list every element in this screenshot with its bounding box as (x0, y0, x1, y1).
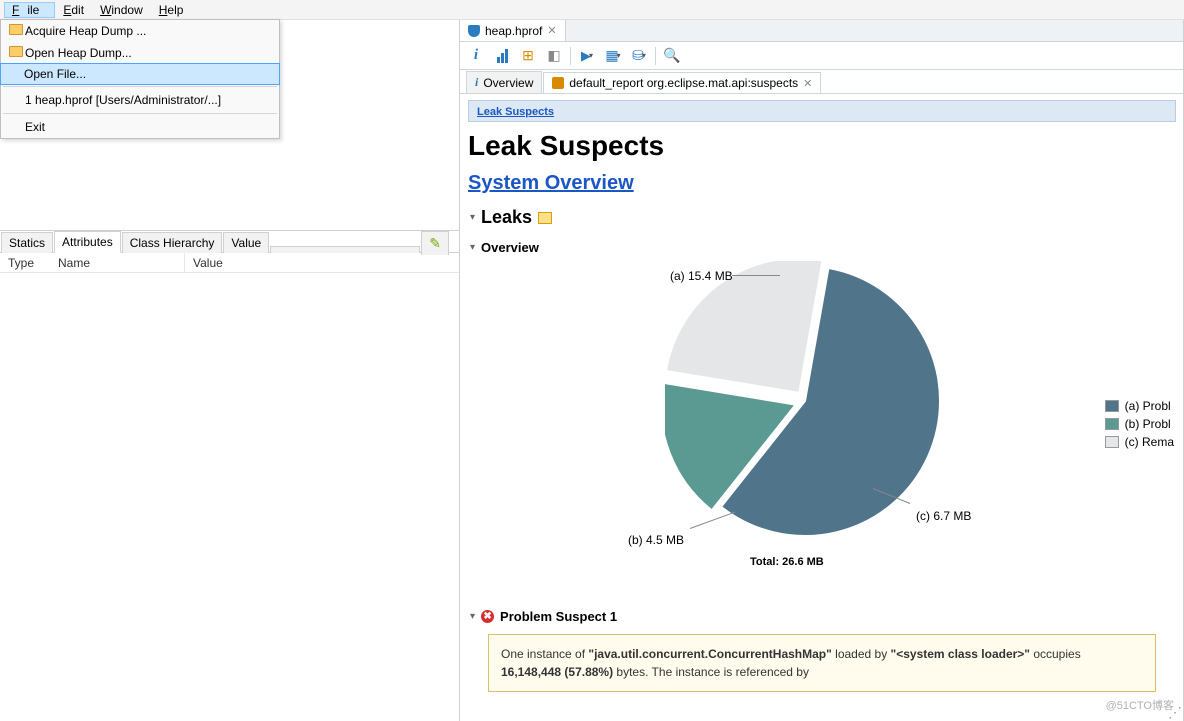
section-overview-title: Overview (481, 240, 539, 255)
close-icon[interactable]: ✕ (547, 24, 556, 37)
pie-label-a: (a) 15.4 MB (670, 269, 733, 283)
menu-item-label: Acquire Heap Dump ... (25, 24, 146, 38)
system-overview-link[interactable]: System Overview (468, 172, 634, 194)
report-tabs: i Overview default_report org.eclipse.ma… (460, 70, 1184, 94)
folder-icon (7, 24, 25, 38)
editor-toolbar: i ⊞ ◧ ▶▾ ▦▾ ⛁▾ 🔍 (460, 42, 1184, 70)
pie-label-b: (b) 4.5 MB (628, 533, 684, 547)
editor-tabs: heap.hprof ✕ (460, 20, 1184, 42)
tab-statics[interactable]: Statics (1, 232, 53, 253)
col-type[interactable]: Type (0, 253, 50, 273)
section-problem-title: Problem Suspect 1 (500, 609, 617, 624)
info-icon[interactable]: i (466, 46, 486, 66)
file-dropdown: Acquire Heap Dump ... Open Heap Dump... … (0, 19, 280, 139)
swatch-c (1105, 436, 1119, 448)
resize-grip[interactable]: ⋰ (1168, 704, 1180, 721)
tab-label: Overview (483, 76, 533, 90)
editor-area: heap.hprof ✕ i ⊞ ◧ ▶▾ ▦▾ ⛁▾ 🔍 i Overview… (460, 20, 1184, 721)
menu-window[interactable]: Window (92, 2, 151, 18)
report-icon (552, 77, 564, 89)
breadcrumb: Leak Suspects (468, 100, 1176, 122)
menu-open-heap-dump[interactable]: Open Heap Dump... (1, 42, 279, 64)
legend-label: (b) Probl (1125, 417, 1171, 431)
menu-recent-file[interactable]: 1 heap.hprof [Users/Administrator/...] (1, 89, 279, 111)
editor-tab-label: heap.hprof (485, 24, 542, 38)
page-title: Leak Suspects (468, 130, 1176, 162)
menu-separator (3, 113, 277, 114)
attributes-columns: Type Name Value (0, 253, 459, 273)
twisty-icon[interactable]: ▾ (470, 242, 475, 253)
leaks-icon (538, 212, 552, 224)
menu-file[interactable]: File (4, 2, 55, 18)
swatch-a (1105, 400, 1119, 412)
twisty-icon[interactable]: ▾ (470, 611, 475, 622)
watermark: @51CTO博客 (1106, 697, 1174, 713)
menu-exit[interactable]: Exit (1, 116, 279, 138)
section-leaks-title: Leaks (481, 207, 532, 228)
menu-item-label: 1 heap.hprof [Users/Administrator/...] (25, 93, 221, 107)
error-icon: ✖ (481, 610, 494, 623)
query-icon[interactable]: ▦▾ (603, 46, 623, 66)
menu-help[interactable]: Help (151, 2, 192, 18)
col-value[interactable]: Value (185, 253, 459, 273)
menu-acquire-heap-dump[interactable]: Acquire Heap Dump ... (1, 20, 279, 42)
menu-open-file[interactable]: Open File... (0, 63, 280, 85)
menu-bar: File Edit Window Help (0, 0, 1184, 20)
tab-class-hierarchy[interactable]: Class Hierarchy (122, 232, 223, 253)
pie-legend: (a) Probl (b) Probl (c) Rema (1105, 399, 1174, 453)
report-content: Leak Suspects Leak Suspects System Overv… (460, 94, 1184, 721)
heap-icon (468, 25, 480, 37)
breadcrumb-link[interactable]: Leak Suspects (477, 106, 554, 118)
edit-icon[interactable]: ✎ (421, 231, 449, 255)
editor-tab-heap[interactable]: heap.hprof ✕ (460, 20, 566, 41)
compare-icon[interactable]: ⛁▾ (629, 46, 649, 66)
tab-label: default_report org.eclipse.mat.api:suspe… (569, 76, 798, 90)
suspect-description: One instance of "java.util.concurrent.Co… (488, 634, 1156, 692)
pie-label-c: (c) 6.7 MB (916, 509, 971, 523)
menu-item-label: Open File... (24, 67, 86, 81)
close-icon[interactable]: ✕ (803, 77, 812, 90)
tab-attributes[interactable]: Attributes (54, 231, 121, 253)
twisty-icon[interactable]: ▾ (470, 212, 475, 223)
pie-svg (665, 261, 945, 541)
legend-label: (a) Probl (1125, 399, 1171, 413)
oql-icon[interactable]: ◧ (544, 46, 564, 66)
left-bottom-tabs: Statics Attributes Class Hierarchy Value… (0, 231, 459, 253)
histogram-icon[interactable] (492, 46, 512, 66)
folder-icon (7, 46, 25, 60)
menu-separator (3, 86, 277, 87)
menu-item-label: Exit (25, 120, 45, 134)
run-icon[interactable]: ▶▾ (577, 46, 597, 66)
legend-label: (c) Rema (1125, 435, 1174, 449)
info-icon: i (475, 75, 478, 90)
search-icon[interactable]: 🔍 (662, 46, 682, 66)
swatch-b (1105, 418, 1119, 430)
pie-chart: (a) 15.4 MB (b) 4.5 MB (c) 6.7 MB Total:… (470, 261, 1174, 597)
tab-value[interactable]: Value (223, 232, 269, 253)
tab-overview[interactable]: i Overview (466, 71, 542, 93)
pie-total: Total: 26.6 MB (750, 556, 824, 568)
col-name[interactable]: Name (50, 253, 185, 273)
dominator-tree-icon[interactable]: ⊞ (518, 46, 538, 66)
menu-item-label: Open Heap Dump... (25, 46, 132, 60)
tab-default-report[interactable]: default_report org.eclipse.mat.api:suspe… (543, 72, 821, 93)
menu-edit[interactable]: Edit (55, 2, 92, 18)
